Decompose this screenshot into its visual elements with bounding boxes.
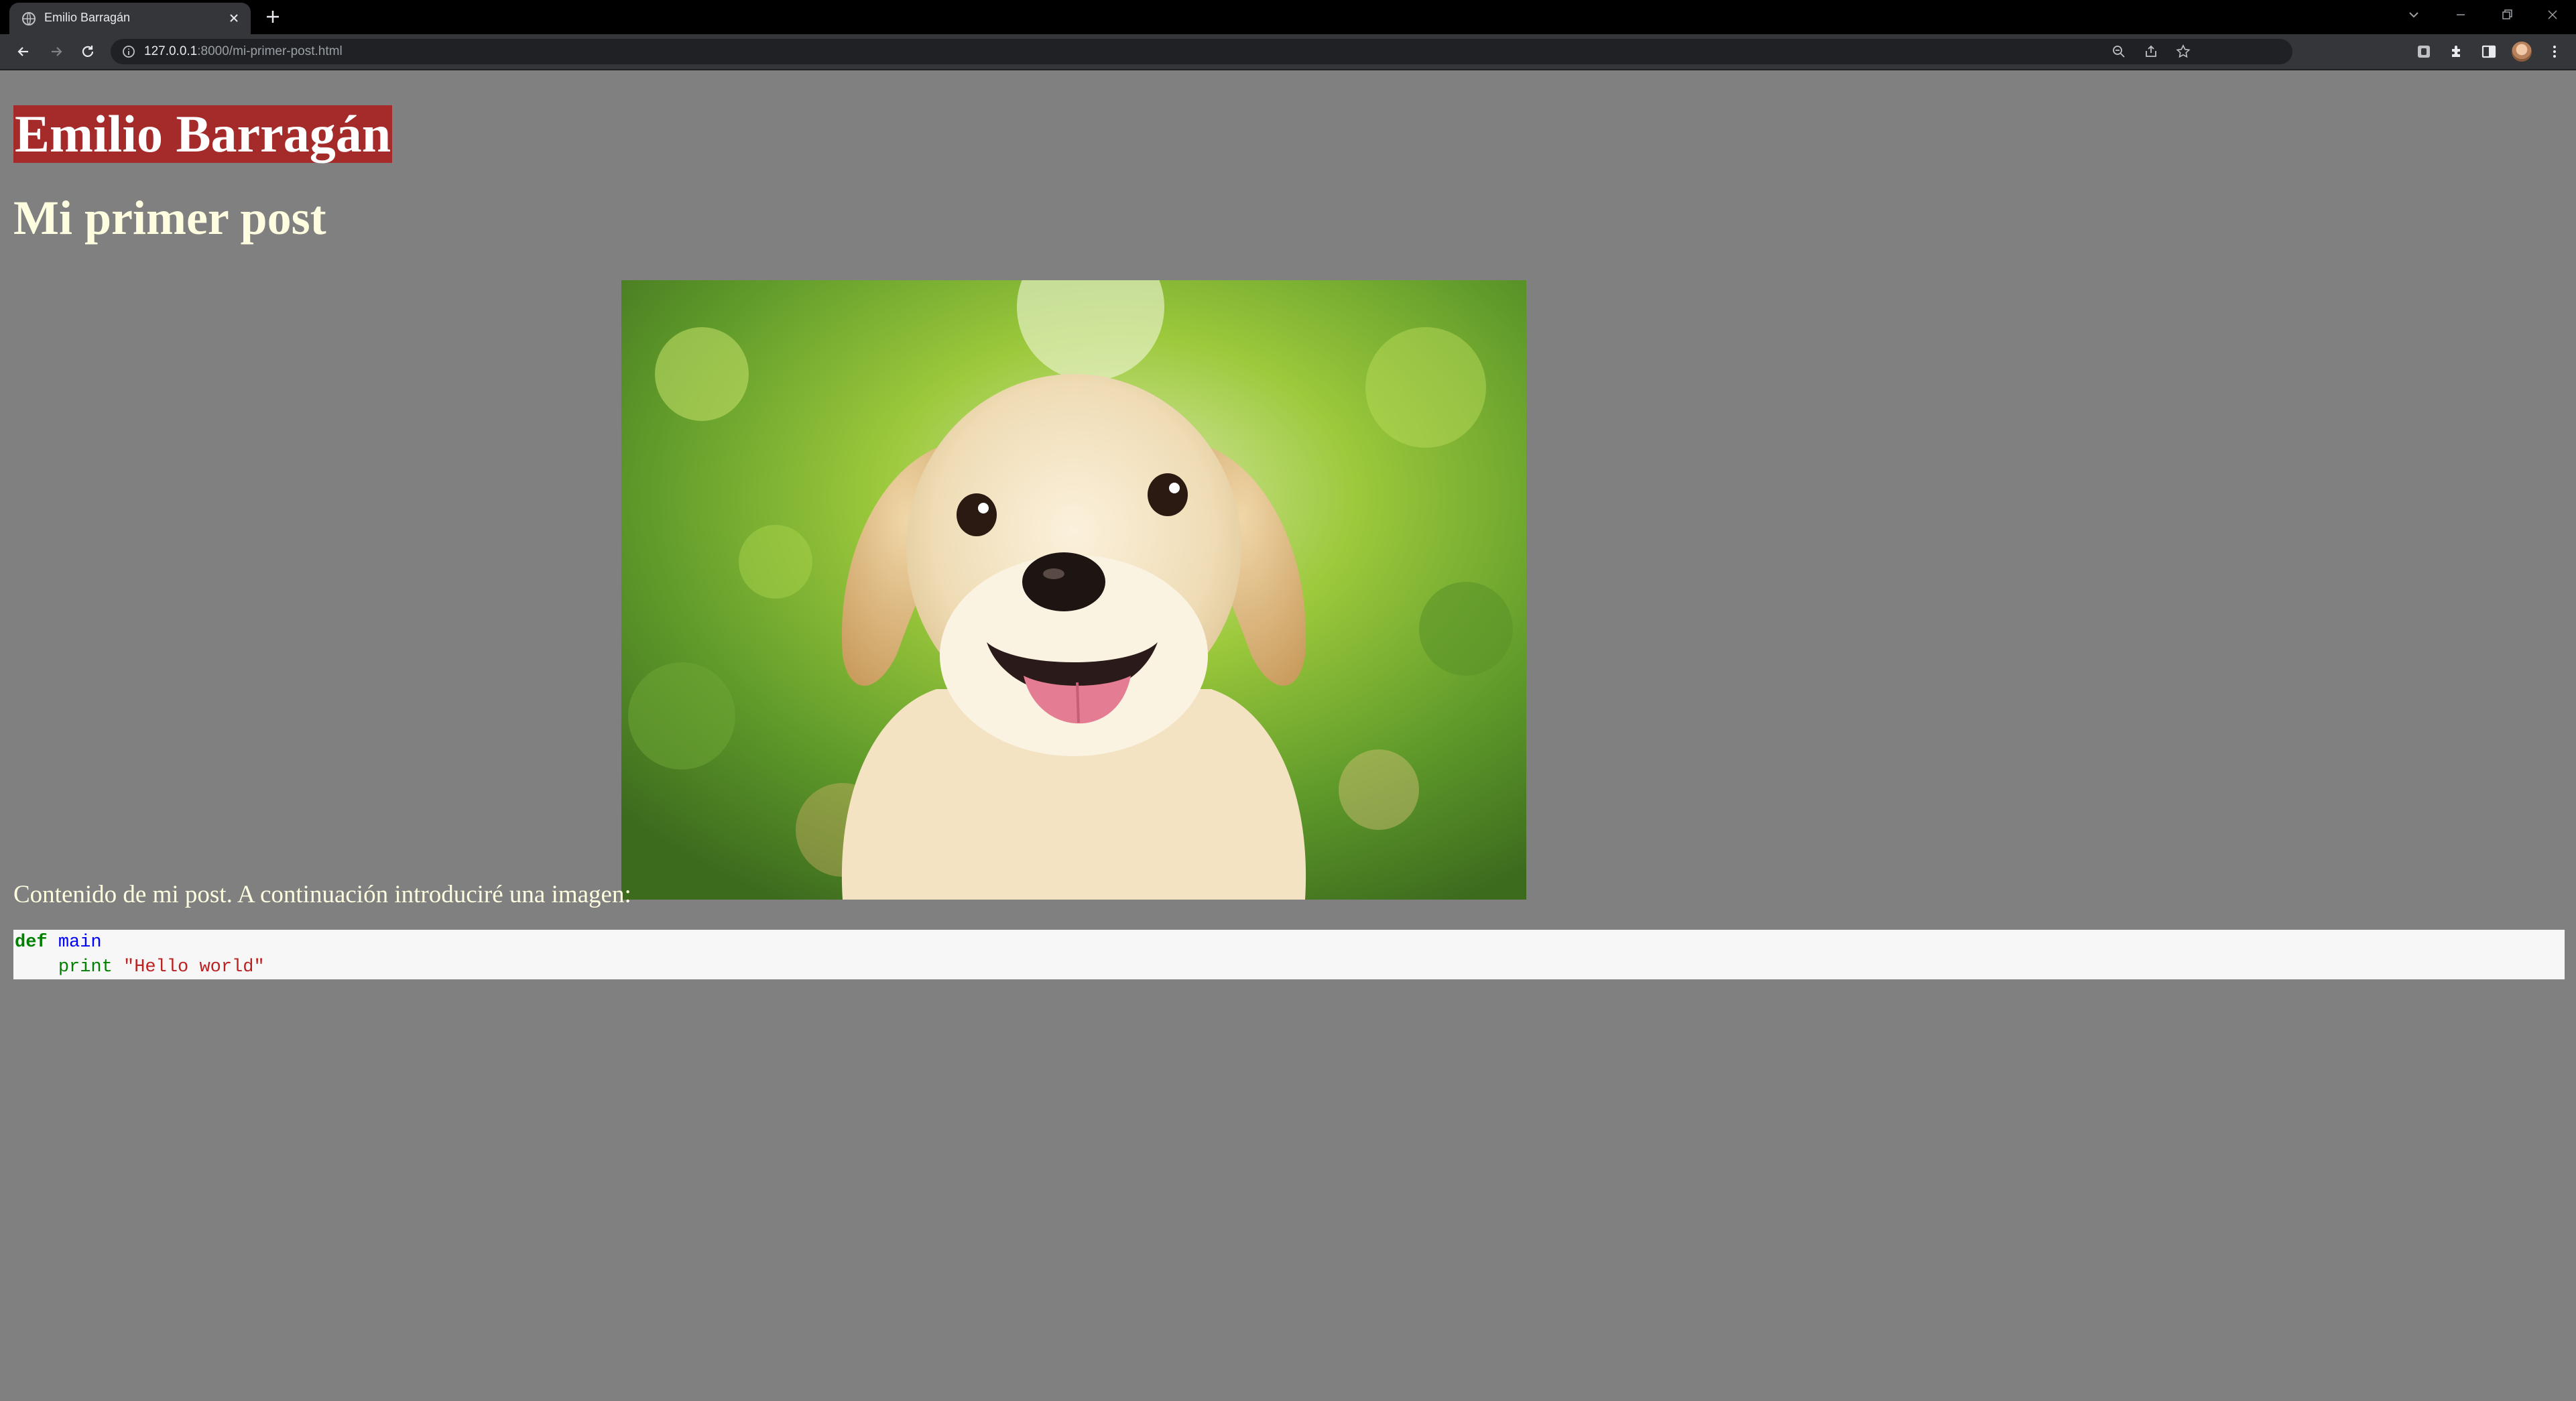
post-body-text: Contenido de mi post. A continuación int… [13, 881, 631, 908]
code-line-1: def main [15, 930, 2565, 955]
share-icon[interactable] [2144, 44, 2158, 59]
info-icon[interactable] [121, 44, 136, 59]
reload-icon[interactable] [79, 43, 97, 60]
avatar[interactable] [2512, 42, 2532, 62]
chevron-down-icon[interactable] [2406, 7, 2421, 22]
code-function-name: main [58, 932, 102, 953]
code-builtin: print [58, 957, 113, 977]
url-text[interactable]: 127.0.0.1:8000/mi-primer-post.html [144, 44, 343, 59]
page-viewport: Emilio Barragán Mi primer post Contenido… [0, 70, 2576, 1401]
post-title: Mi primer post [13, 191, 326, 245]
side-panel-icon[interactable] [2480, 43, 2498, 60]
restore-icon[interactable] [2498, 5, 2516, 24]
new-tab-icon[interactable] [264, 8, 282, 25]
code-block: def main print "Hello world" [13, 930, 2565, 979]
extension-icon[interactable] [2415, 43, 2433, 60]
browser-toolbar: 127.0.0.1:8000/mi-primer-post.html [0, 34, 2576, 70]
back-arrow-icon[interactable] [15, 43, 32, 60]
tab-strip: Emilio Barragán [0, 0, 2576, 34]
minimize-icon[interactable] [2451, 5, 2470, 24]
window-close-icon[interactable] [2543, 5, 2562, 24]
code-string: "Hello world" [123, 957, 265, 977]
puppy-image [621, 280, 1526, 900]
close-icon[interactable] [227, 11, 241, 25]
puzzle-icon[interactable] [2448, 43, 2465, 60]
more-menu-icon[interactable] [2546, 43, 2563, 60]
site-title: Emilio Barragán [13, 105, 393, 163]
url-path: :8000/mi-primer-post.html [197, 44, 343, 58]
tab-title: Emilio Barragán [44, 11, 131, 24]
url-host: 127.0.0.1 [144, 44, 198, 58]
forward-arrow-icon[interactable] [48, 43, 65, 60]
globe-icon [22, 12, 36, 25]
code-line-2: print "Hello world" [15, 955, 2565, 980]
code-keyword: def [15, 932, 48, 953]
address-bar[interactable]: 127.0.0.1:8000/mi-primer-post.html [111, 39, 2292, 64]
browser-tab[interactable]: Emilio Barragán [9, 3, 251, 34]
bookmark-star-icon[interactable] [2176, 44, 2191, 59]
zoom-icon[interactable] [2111, 44, 2126, 59]
